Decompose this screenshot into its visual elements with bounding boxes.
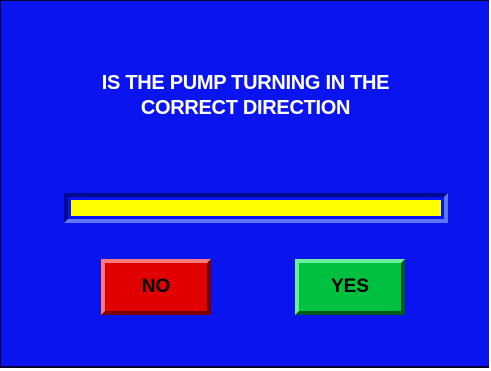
no-button[interactable]: NO bbox=[101, 259, 211, 315]
status-indicator-bar bbox=[71, 200, 441, 216]
question-line-1: IS THE PUMP TURNING IN THE bbox=[101, 72, 390, 94]
hmi-screen: IS THE PUMP TURNING IN THE CORRECT DIREC… bbox=[0, 0, 489, 368]
no-button-label: NO bbox=[141, 276, 171, 297]
indicator-frame bbox=[64, 193, 448, 223]
yes-button[interactable]: YES bbox=[295, 259, 405, 315]
yes-button-label: YES bbox=[330, 276, 370, 297]
question-line-2: CORRECT DIRECTION bbox=[140, 97, 351, 119]
question-text: IS THE PUMP TURNING IN THE CORRECT DIREC… bbox=[1, 71, 490, 121]
